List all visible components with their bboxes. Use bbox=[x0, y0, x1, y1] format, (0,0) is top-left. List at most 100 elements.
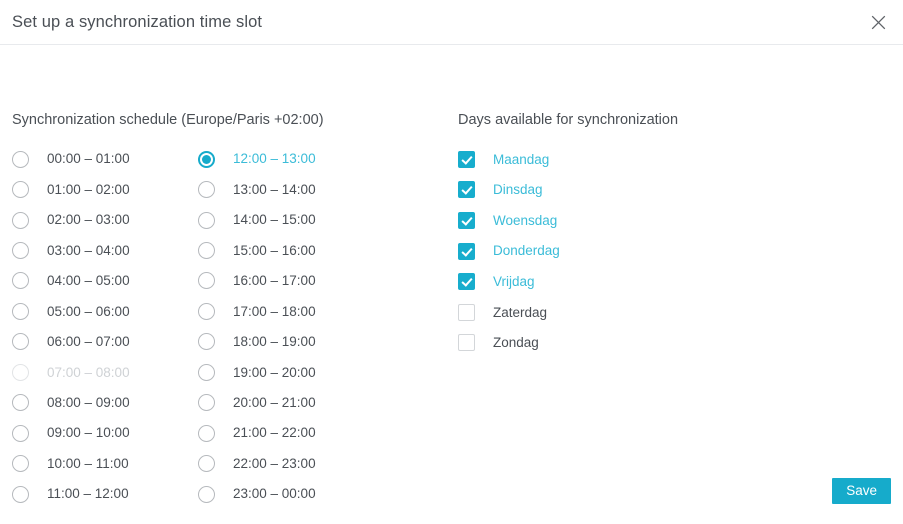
time-slot-label: 10:00 – 11:00 bbox=[47, 455, 129, 471]
day-label: Zondag bbox=[493, 335, 539, 351]
checkbox-icon[interactable] bbox=[458, 303, 475, 321]
day-row[interactable]: Donderdag bbox=[458, 236, 560, 267]
time-slot-row[interactable]: 16:00 – 17:00 bbox=[198, 266, 316, 296]
time-slot-label: 03:00 – 04:00 bbox=[47, 242, 130, 258]
checkbox-checked-icon[interactable] bbox=[458, 242, 475, 260]
time-slot-row[interactable]: 00:00 – 01:00 bbox=[12, 144, 130, 174]
checkbox-checked-icon[interactable] bbox=[458, 273, 475, 291]
days-heading: Days available for synchronization bbox=[458, 112, 679, 128]
day-row[interactable]: Zaterdag bbox=[458, 297, 560, 328]
time-slot-label: 21:00 – 22:00 bbox=[233, 425, 316, 441]
time-slot-label: 01:00 – 02:00 bbox=[47, 181, 130, 197]
page-title: Set up a synchronization time slot bbox=[12, 12, 263, 31]
day-label: Zaterdag bbox=[493, 304, 548, 320]
time-slot-row[interactable]: 23:00 – 00:00 bbox=[198, 479, 316, 509]
radio-icon[interactable] bbox=[12, 242, 29, 260]
radio-icon[interactable] bbox=[198, 394, 215, 412]
day-label: Maandag bbox=[493, 151, 550, 167]
radio-icon[interactable] bbox=[12, 181, 29, 199]
time-slot-row[interactable]: 15:00 – 16:00 bbox=[198, 235, 316, 265]
time-slot-row[interactable]: 21:00 – 22:00 bbox=[198, 418, 316, 448]
time-slot-label: 00:00 – 01:00 bbox=[47, 151, 130, 167]
time-slot-label: 23:00 – 00:00 bbox=[233, 486, 316, 502]
time-slot-column-second-half: 12:00 – 13:00 13:00 – 14:00 14:00 – 15:00 1… bbox=[198, 144, 316, 509]
time-slot-label: 15:00 – 16:00 bbox=[233, 242, 316, 258]
checkbox-checked-icon[interactable] bbox=[458, 211, 475, 229]
day-label: Woensdag bbox=[493, 212, 558, 228]
time-slot-label: 09:00 – 10:00 bbox=[47, 425, 130, 441]
time-slot-row[interactable]: 05:00 – 06:00 bbox=[12, 296, 130, 326]
time-slot-label: 22:00 – 23:00 bbox=[233, 455, 316, 471]
radio-icon[interactable] bbox=[12, 394, 29, 412]
time-slot-row[interactable]: 11:00 – 12:00 bbox=[12, 479, 130, 509]
save-button[interactable]: Save bbox=[832, 478, 891, 504]
radio-icon[interactable] bbox=[198, 333, 215, 351]
checkbox-checked-icon[interactable] bbox=[458, 150, 475, 168]
close-button[interactable] bbox=[863, 7, 893, 37]
radio-icon[interactable] bbox=[12, 150, 29, 168]
close-icon bbox=[871, 15, 886, 30]
time-slot-row[interactable]: 19:00 – 20:00 bbox=[198, 357, 316, 387]
radio-icon[interactable] bbox=[198, 272, 215, 290]
time-slot-label: 19:00 – 20:00 bbox=[233, 364, 316, 380]
time-slot-row[interactable]: 17:00 – 18:00 bbox=[198, 296, 316, 326]
radio-icon[interactable] bbox=[198, 363, 215, 381]
day-row[interactable]: Woensdag bbox=[458, 205, 560, 236]
day-label: Dinsdag bbox=[493, 182, 543, 198]
radio-icon[interactable] bbox=[198, 242, 215, 260]
radio-icon[interactable] bbox=[12, 211, 29, 229]
time-slot-row[interactable]: 03:00 – 04:00 bbox=[12, 235, 130, 265]
radio-selected-icon[interactable] bbox=[198, 150, 215, 168]
checkbox-checked-icon[interactable] bbox=[458, 181, 475, 199]
day-row[interactable]: Vrijdag bbox=[458, 266, 560, 297]
time-slot-row: 07:00 – 08:00 bbox=[12, 357, 130, 387]
radio-icon[interactable] bbox=[198, 181, 215, 199]
radio-icon[interactable] bbox=[198, 302, 215, 320]
radio-icon[interactable] bbox=[12, 333, 29, 351]
dialog-header: Set up a synchronization time slot bbox=[0, 0, 903, 45]
time-slot-row[interactable]: 22:00 – 23:00 bbox=[198, 448, 316, 478]
time-slot-row[interactable]: 12:00 – 13:00 bbox=[198, 144, 316, 174]
time-slot-row[interactable]: 13:00 – 14:00 bbox=[198, 174, 316, 204]
radio-icon[interactable] bbox=[198, 211, 215, 229]
time-slot-label: 08:00 – 09:00 bbox=[47, 394, 130, 410]
dialog-footer: Save bbox=[832, 478, 891, 504]
time-slot-row[interactable]: 20:00 – 21:00 bbox=[198, 388, 316, 418]
time-slot-label: 04:00 – 05:00 bbox=[47, 273, 130, 289]
time-slot-label: 02:00 – 03:00 bbox=[47, 212, 130, 228]
time-slot-row[interactable]: 04:00 – 05:00 bbox=[12, 266, 130, 296]
time-slot-label: 17:00 – 18:00 bbox=[233, 303, 316, 319]
time-slot-row[interactable]: 01:00 – 02:00 bbox=[12, 174, 130, 204]
day-row[interactable]: Maandag bbox=[458, 144, 560, 175]
radio-icon[interactable] bbox=[198, 455, 215, 473]
time-slot-label: 13:00 – 14:00 bbox=[233, 181, 316, 197]
radio-icon bbox=[12, 363, 29, 381]
days-checkbox-list: Maandag Dinsdag Woensdag Donderdag Vrijdag Za… bbox=[458, 144, 560, 358]
radio-icon[interactable] bbox=[12, 485, 29, 503]
day-row[interactable]: Dinsdag bbox=[458, 175, 560, 206]
time-slot-label: 14:00 – 15:00 bbox=[233, 212, 316, 228]
time-slot-label: 18:00 – 19:00 bbox=[233, 334, 316, 350]
time-slot-row[interactable]: 06:00 – 07:00 bbox=[12, 327, 130, 357]
checkbox-icon[interactable] bbox=[458, 334, 475, 352]
time-slot-label: 07:00 – 08:00 bbox=[47, 364, 130, 380]
radio-icon[interactable] bbox=[12, 302, 29, 320]
time-slot-label: 06:00 – 07:00 bbox=[47, 334, 130, 350]
radio-icon[interactable] bbox=[12, 272, 29, 290]
time-slot-row[interactable]: 10:00 – 11:00 bbox=[12, 448, 130, 478]
time-slot-label: 16:00 – 17:00 bbox=[233, 273, 316, 289]
radio-icon[interactable] bbox=[198, 424, 215, 442]
radio-icon[interactable] bbox=[12, 424, 29, 442]
radio-icon[interactable] bbox=[198, 485, 215, 503]
time-slot-row[interactable]: 08:00 – 09:00 bbox=[12, 388, 130, 418]
time-slot-label: 20:00 – 21:00 bbox=[233, 394, 316, 410]
time-slot-row[interactable]: 09:00 – 10:00 bbox=[12, 418, 130, 448]
time-slot-row[interactable]: 14:00 – 15:00 bbox=[198, 205, 316, 235]
time-slot-row[interactable]: 02:00 – 03:00 bbox=[12, 205, 130, 235]
time-slot-label: 12:00 – 13:00 bbox=[233, 151, 316, 167]
radio-icon[interactable] bbox=[12, 455, 29, 473]
day-row[interactable]: Zondag bbox=[458, 328, 560, 359]
day-label: Donderdag bbox=[493, 243, 560, 259]
time-slot-label: 11:00 – 12:00 bbox=[47, 486, 129, 502]
time-slot-row[interactable]: 18:00 – 19:00 bbox=[198, 327, 316, 357]
